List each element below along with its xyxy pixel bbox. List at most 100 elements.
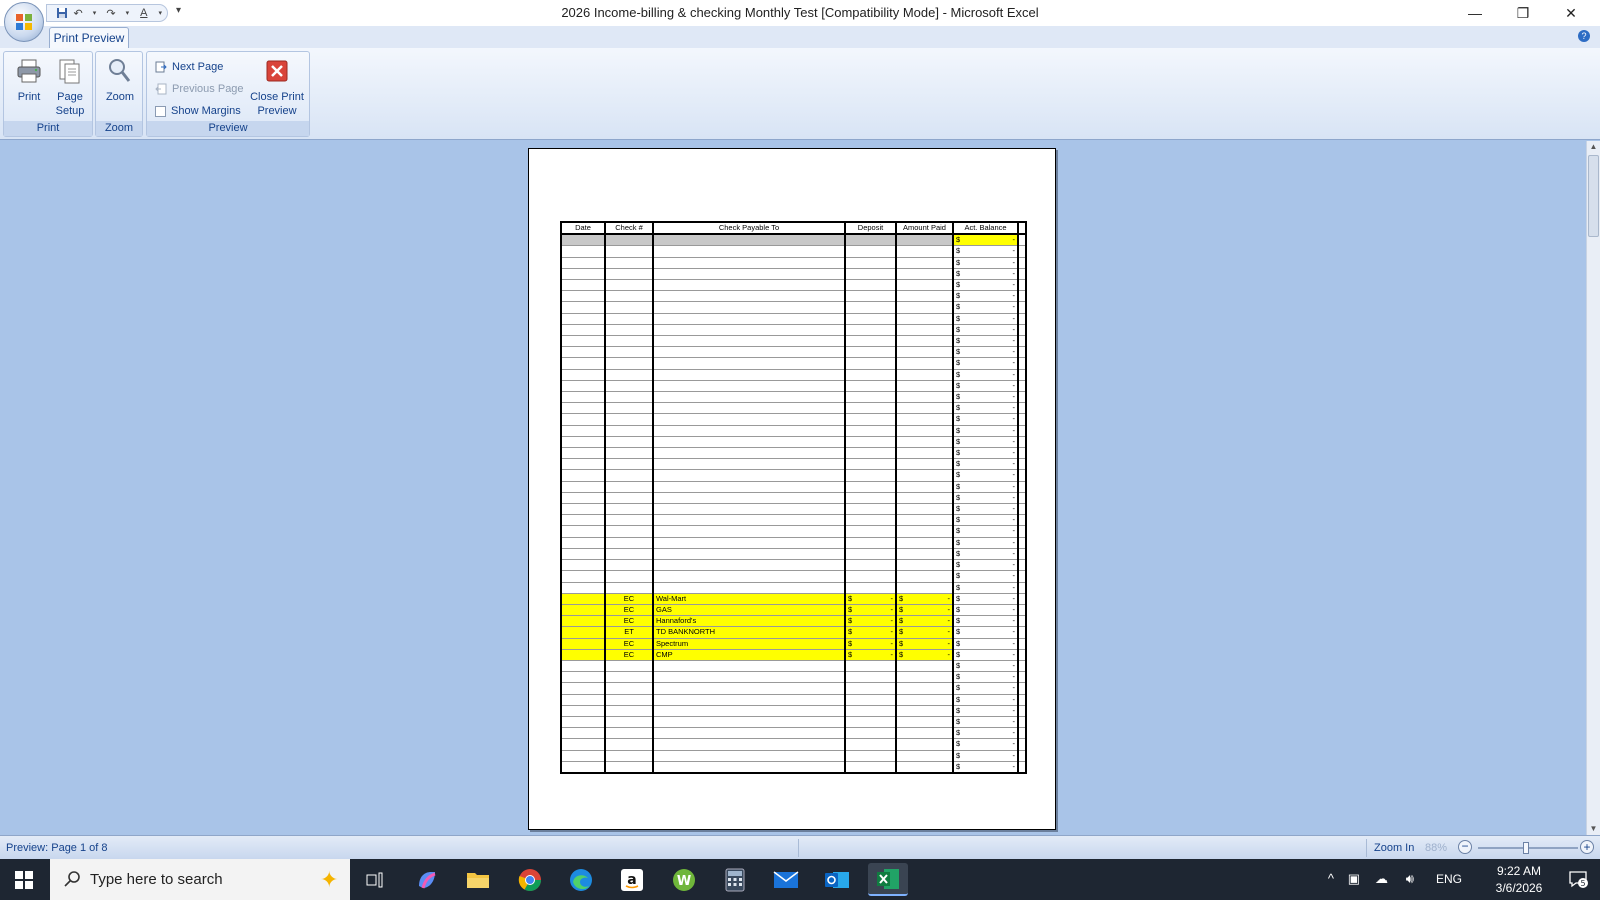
balance-cell: $ - [952, 436, 1019, 449]
amount-paid-cell [895, 671, 954, 684]
office-button[interactable] [4, 2, 44, 42]
copilot-icon[interactable] [407, 863, 447, 896]
restore-button[interactable]: ❐ [1500, 0, 1546, 26]
deposit-cell [844, 369, 897, 381]
taskbar-search-box[interactable]: Type here to search ✦ [50, 859, 350, 900]
status-text: Preview: Page 1 of 8 [6, 842, 108, 854]
date-cell [560, 301, 606, 314]
scroll-thumb[interactable] [1588, 155, 1599, 237]
show-margins-checkbox[interactable]: Show Margins [155, 102, 241, 120]
outlook-icon[interactable] [817, 863, 857, 896]
file-explorer-icon[interactable] [458, 863, 498, 896]
start-button[interactable] [0, 859, 48, 900]
zero-dash: - [1012, 593, 1016, 603]
currency-symbol: $ [956, 302, 961, 312]
help-icon[interactable]: ? [1578, 30, 1590, 42]
date-cell [560, 604, 606, 617]
tab-print-preview[interactable]: Print Preview [49, 27, 129, 48]
extra-cell [1017, 626, 1027, 639]
mail-icon[interactable] [766, 863, 806, 896]
page-setup-button[interactable]: Page Setup [50, 56, 90, 118]
excel-icon[interactable] [868, 863, 908, 896]
check-cell [604, 402, 654, 415]
zoom-slider[interactable] [1478, 842, 1578, 854]
svg-text:a: a [627, 872, 636, 888]
calculator-icon[interactable] [715, 863, 755, 896]
amount-paid-cell [895, 290, 954, 303]
payee-cell [652, 481, 846, 493]
zoom-in-icon[interactable]: + [1580, 840, 1594, 854]
chrome-icon[interactable] [510, 863, 550, 896]
balance-cell: $ - [952, 582, 1019, 594]
notifications-icon[interactable]: 5 [1568, 869, 1588, 889]
check-cell: EC [604, 615, 654, 628]
check-cell [604, 582, 654, 594]
zero-dash: - [947, 649, 951, 659]
zoom-slider-knob[interactable] [1523, 842, 1530, 854]
meet-now-icon[interactable]: ▣ [1348, 871, 1360, 887]
previous-page-button[interactable]: Previous Page [155, 80, 244, 98]
deposit-cell [844, 570, 897, 583]
date-cell [560, 514, 606, 527]
zero-dash: - [1012, 291, 1016, 301]
currency-symbol: $ [956, 257, 961, 267]
amount-paid-cell [895, 525, 954, 538]
check-cell [604, 750, 654, 762]
volume-icon[interactable]: 🔊︎ [1406, 871, 1414, 887]
payee-cell [652, 738, 846, 751]
check-cell [604, 738, 654, 751]
scroll-up-icon[interactable]: ▲ [1587, 141, 1600, 153]
currency-symbol: $ [956, 705, 961, 715]
check-cell [604, 425, 654, 437]
close-button[interactable]: ✕ [1548, 0, 1594, 26]
close-print-preview-button[interactable]: Close Print Preview [247, 56, 307, 118]
zoom-out-icon[interactable]: − [1458, 840, 1472, 854]
amount-paid-cell [895, 234, 954, 247]
status-separator [1366, 839, 1367, 857]
currency-symbol: $ [848, 638, 853, 648]
deposit-cell [844, 346, 897, 359]
check-cell [604, 313, 654, 325]
next-page-button[interactable]: Next Page [155, 58, 223, 76]
check-cell [604, 469, 654, 482]
col-extra [1017, 222, 1027, 236]
date-cell [560, 324, 606, 337]
date-cell [560, 615, 606, 628]
webroot-icon[interactable]: W [664, 863, 704, 896]
scroll-down-icon[interactable]: ▼ [1587, 823, 1600, 835]
payee-cell [652, 660, 846, 673]
zero-dash: - [890, 649, 894, 659]
date-cell [560, 458, 606, 471]
currency-symbol: $ [956, 358, 961, 368]
minimize-button[interactable]: — [1452, 0, 1498, 26]
zoom-in-label[interactable]: Zoom In [1374, 842, 1414, 854]
amount-paid-cell: $ - [895, 649, 954, 661]
show-hidden-icons-icon[interactable]: ^ [1328, 871, 1334, 886]
zoom-button[interactable]: Zoom [100, 56, 140, 104]
show-margins-label: Show Margins [171, 105, 241, 117]
extra-cell [1017, 257, 1027, 269]
task-view-icon[interactable] [355, 863, 395, 896]
zero-dash: - [1012, 739, 1016, 749]
check-cell [604, 369, 654, 381]
edge-icon[interactable] [561, 863, 601, 896]
clock[interactable]: 9:22 AM 3/6/2026 [1484, 863, 1554, 897]
print-button[interactable]: Print [10, 56, 48, 104]
payee-cell: Wal-Mart [652, 593, 846, 605]
deposit-cell [844, 481, 897, 493]
col-date: Date [560, 222, 606, 236]
onedrive-icon[interactable]: ☁ [1375, 871, 1388, 887]
zero-dash: - [1012, 604, 1016, 614]
table-row: $ - [560, 290, 1027, 303]
zero-dash: - [890, 593, 894, 603]
table-row: $ - [560, 727, 1027, 740]
notifications-count: 5 [1580, 879, 1585, 888]
balance-cell: $ - [952, 402, 1019, 415]
currency-symbol: $ [899, 616, 904, 626]
table-row: $ - [560, 570, 1027, 583]
amazon-icon[interactable]: a [612, 863, 652, 896]
language-indicator[interactable]: ENG [1436, 872, 1462, 886]
vertical-scrollbar[interactable]: ▲ ▼ [1586, 141, 1600, 835]
check-cell [604, 660, 654, 673]
page-setup-label-1: Page [57, 91, 83, 103]
